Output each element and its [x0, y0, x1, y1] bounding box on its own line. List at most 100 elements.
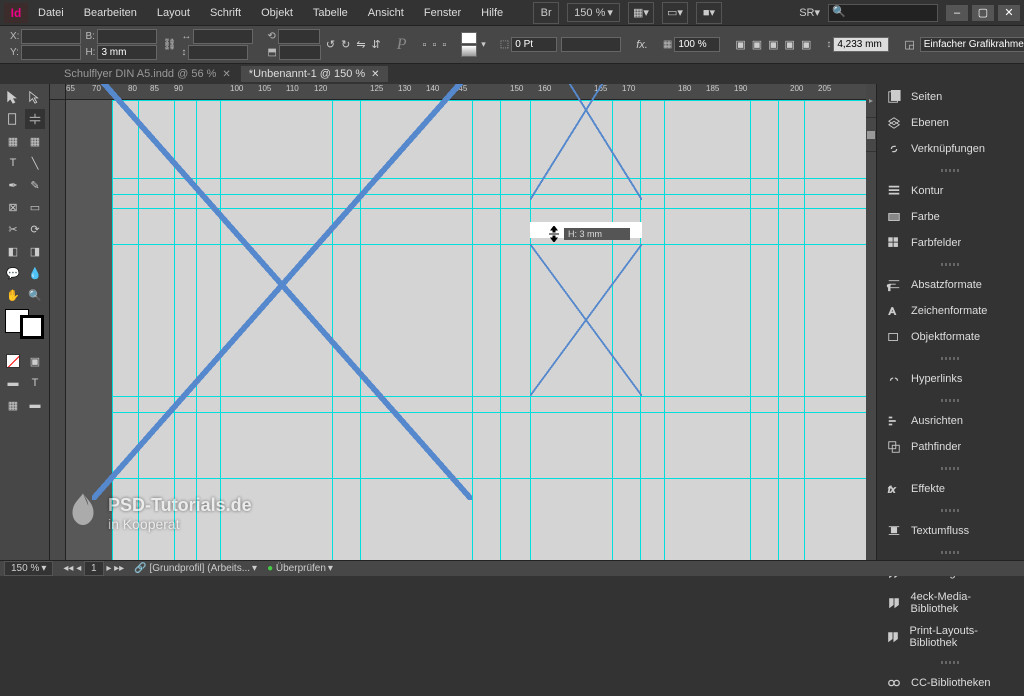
panel-seiten[interactable]: Seiten	[877, 84, 1024, 110]
document-tab[interactable]: *Unbenannt-1 @ 150 %✕	[241, 66, 388, 82]
height-input[interactable]	[97, 45, 157, 60]
scale-y-input[interactable]	[188, 45, 248, 60]
gap-tool[interactable]	[25, 109, 45, 129]
screen-mode-button[interactable]: ▭▾	[662, 2, 688, 24]
content-placer-tool[interactable]: ▦	[25, 131, 45, 151]
content-collector-tool[interactable]: ▦	[3, 131, 23, 151]
workspace-switcher[interactable]: SR▾	[799, 6, 820, 19]
gradient-feather-tool[interactable]: ◨	[25, 241, 45, 261]
status-zoom[interactable]: 150 %▾	[4, 561, 53, 576]
x-input[interactable]	[21, 29, 81, 44]
panel-absatzformate[interactable]: ¶Absatzformate	[877, 272, 1024, 298]
wrap-none-icon[interactable]: ▣	[734, 33, 746, 57]
wrap-next-icon[interactable]: ▣	[800, 33, 812, 57]
gap-input[interactable]	[833, 37, 889, 52]
object-style-dropdown[interactable]	[920, 37, 1024, 52]
flip-h-icon[interactable]: ⇋	[355, 33, 366, 57]
reference-point-icon[interactable]	[4, 33, 6, 57]
panel-effekte[interactable]: fxEffekte	[877, 476, 1024, 502]
tab-close-icon[interactable]: ✕	[371, 69, 379, 80]
flip-v-icon[interactable]: ⇵	[371, 33, 382, 57]
rotate-ccw-icon[interactable]: ↺	[325, 33, 336, 57]
width-input[interactable]	[97, 29, 157, 44]
format-container-icon[interactable]: ▣	[25, 351, 45, 371]
panel-farbe[interactable]: Farbe	[877, 204, 1024, 230]
selection-tool[interactable]	[3, 87, 23, 107]
eyedropper-tool[interactable]: 💧	[25, 263, 45, 283]
type-tool[interactable]: T	[3, 153, 23, 173]
direct-selection-tool[interactable]	[25, 87, 45, 107]
minimize-button[interactable]: –	[946, 5, 968, 21]
zoom-tool[interactable]: 🔍	[25, 285, 45, 305]
align-right-icon[interactable]: ▫	[441, 33, 447, 57]
fill-stroke-swatches[interactable]	[5, 309, 44, 339]
menu-hilfe[interactable]: Hilfe	[471, 7, 513, 19]
note-tool[interactable]: 💬	[3, 263, 23, 283]
fill-proxy[interactable]	[461, 32, 477, 57]
rect-tool[interactable]: ▭	[25, 197, 45, 217]
transform-tool[interactable]: ⟳	[25, 219, 45, 239]
panel-hyperlinks[interactable]: Hyperlinks	[877, 366, 1024, 392]
opacity-input[interactable]	[674, 37, 720, 52]
shear-input[interactable]	[279, 45, 321, 60]
page-nav[interactable]: ◂◂ ◂ 1 ▸ ▸▸	[63, 563, 124, 574]
scale-x-input[interactable]	[193, 29, 253, 44]
constrain-icon[interactable]: ⛓	[161, 33, 177, 57]
stroke-style-dropdown[interactable]	[561, 37, 621, 52]
menu-schrift[interactable]: Schrift	[200, 7, 251, 19]
zoom-dropdown[interactable]: 150 %▾	[567, 3, 620, 22]
ruler-origin[interactable]	[50, 84, 66, 100]
align-center-icon[interactable]: ▫	[431, 33, 437, 57]
fx-button[interactable]: fx.	[635, 33, 649, 57]
panel-zeichenformate[interactable]: AZeichenformate	[877, 298, 1024, 324]
panel-objektformate[interactable]: Objektformate	[877, 324, 1024, 350]
menu-layout[interactable]: Layout	[147, 7, 200, 19]
collapsed-panel-dock[interactable]	[866, 84, 876, 560]
menu-tabelle[interactable]: Tabelle	[303, 7, 358, 19]
maximize-button[interactable]: ▢	[972, 5, 994, 21]
bridge-button[interactable]: Br	[533, 2, 559, 24]
apply-color-icon[interactable]: ▬	[3, 373, 23, 393]
apply-none-icon[interactable]	[3, 351, 23, 371]
menu-objekt[interactable]: Objekt	[251, 7, 303, 19]
panel-verknpfungen[interactable]: Verknüpfungen	[877, 136, 1024, 162]
preview-view-icon[interactable]: ▬	[25, 395, 45, 415]
panel-ebenen[interactable]: Ebenen	[877, 110, 1024, 136]
panel-printlayoutsbibliothek[interactable]: Print-Layouts-Bibliothek	[877, 620, 1024, 654]
panel-farbfelder[interactable]: Farbfelder	[877, 230, 1024, 256]
document-tab[interactable]: Schulflyer DIN A5.indd @ 56 %✕	[56, 66, 239, 82]
status-errors[interactable]: ● Überprüfen▾	[267, 563, 333, 574]
pencil-tool[interactable]: ✎	[25, 175, 45, 195]
panel-ausrichten[interactable]: Ausrichten	[877, 408, 1024, 434]
line-tool[interactable]: ╲	[25, 153, 45, 173]
stroke-weight-input[interactable]	[511, 37, 557, 52]
menu-ansicht[interactable]: Ansicht	[358, 7, 414, 19]
rect-frame-tool[interactable]: ⊠	[3, 197, 23, 217]
panel-ccbibliotheken[interactable]: CC-Bibliotheken	[877, 670, 1024, 696]
menu-datei[interactable]: Datei	[28, 7, 74, 19]
wrap-shape-icon[interactable]: ▣	[767, 33, 779, 57]
page-tool[interactable]	[3, 109, 23, 129]
rotate-input[interactable]	[278, 29, 320, 44]
gradient-swatch-tool[interactable]: ◧	[3, 241, 23, 261]
panel-pathfinder[interactable]: Pathfinder	[877, 434, 1024, 460]
view-options-button[interactable]: ▦▾	[628, 2, 654, 24]
vertical-ruler[interactable]	[50, 100, 66, 560]
wrap-bound-icon[interactable]: ▣	[751, 33, 763, 57]
format-text-icon[interactable]: T	[25, 373, 45, 393]
menu-bearbeiten[interactable]: Bearbeiten	[74, 7, 147, 19]
panel-eckmediabibliothek[interactable]: 4eck-Media-Bibliothek	[877, 586, 1024, 620]
canvas[interactable]: 6570808590100105110120125130140145150160…	[50, 84, 866, 560]
hand-tool[interactable]: ✋	[3, 285, 23, 305]
panel-textumfluss[interactable]: Textumfluss	[877, 518, 1024, 544]
tab-close-icon[interactable]: ✕	[222, 69, 230, 80]
status-profile[interactable]: 🔗 [Grundprofil] (Arbeits...▾	[134, 563, 257, 574]
panel-kontur[interactable]: Kontur	[877, 178, 1024, 204]
arrange-button[interactable]: ■▾	[696, 2, 722, 24]
y-input[interactable]	[21, 45, 81, 60]
corner-options-icon[interactable]: ◲	[903, 33, 915, 57]
normal-view-icon[interactable]: ▦	[3, 395, 23, 415]
menu-fenster[interactable]: Fenster	[414, 7, 471, 19]
align-left-icon[interactable]: ▫	[422, 33, 428, 57]
rotate-cw-icon[interactable]: ↻	[340, 33, 351, 57]
